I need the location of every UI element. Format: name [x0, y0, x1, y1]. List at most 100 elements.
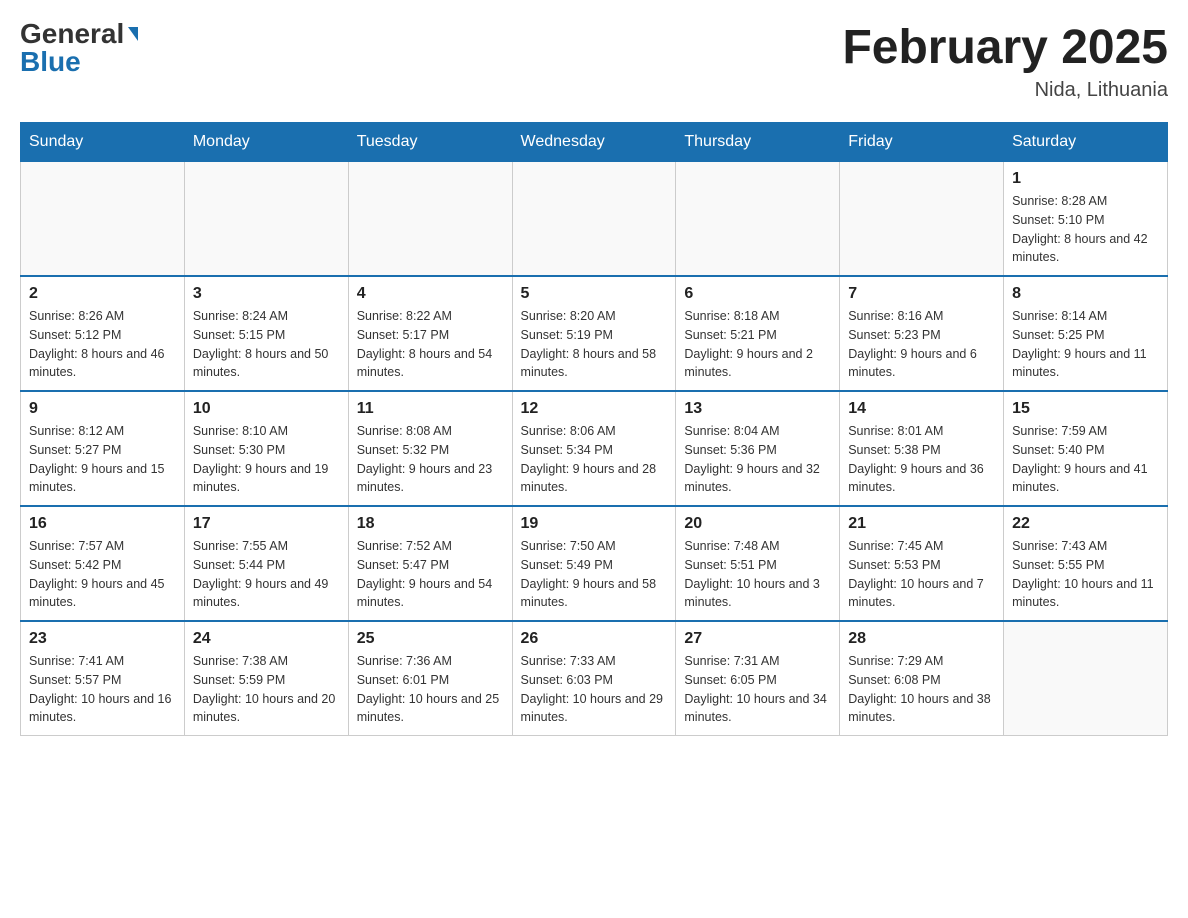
logo: General Blue [20, 20, 138, 76]
day-number: 23 [29, 630, 176, 648]
day-info: Sunrise: 8:22 AMSunset: 5:17 PMDaylight:… [357, 307, 504, 382]
empty-day-cell [1004, 621, 1168, 736]
day-of-week-header: Friday [840, 123, 1004, 162]
empty-day-cell [184, 162, 348, 277]
day-number: 3 [193, 285, 340, 303]
day-number: 11 [357, 400, 504, 418]
day-number: 16 [29, 515, 176, 533]
day-cell: 11 Sunrise: 8:08 AMSunset: 5:32 PMDayligh… [348, 391, 512, 506]
day-info: Sunrise: 7:36 AMSunset: 6:01 PMDaylight:… [357, 652, 504, 727]
day-info: Sunrise: 8:26 AMSunset: 5:12 PMDaylight:… [29, 307, 176, 382]
day-info: Sunrise: 7:29 AMSunset: 6:08 PMDaylight:… [848, 652, 995, 727]
calendar-header-row: SundayMondayTuesdayWednesdayThursdayFrid… [21, 123, 1168, 162]
day-cell: 1 Sunrise: 8:28 AMSunset: 5:10 PMDaylight… [1004, 162, 1168, 277]
day-number: 13 [684, 400, 831, 418]
day-cell: 19Sunrise: 7:50 AMSunset: 5:49 PMDayligh… [512, 506, 676, 621]
title-area: February 2025 Nida, Lithuania [842, 20, 1168, 102]
day-number: 20 [684, 515, 831, 533]
day-cell: 15Sunrise: 7:59 AMSunset: 5:40 PMDayligh… [1004, 391, 1168, 506]
day-of-week-header: Monday [184, 123, 348, 162]
day-cell: 7 Sunrise: 8:16 AMSunset: 5:23 PMDaylight… [840, 276, 1004, 391]
day-of-week-header: Wednesday [512, 123, 676, 162]
day-info: Sunrise: 7:43 AMSunset: 5:55 PMDaylight:… [1012, 537, 1159, 612]
empty-day-cell [512, 162, 676, 277]
day-info: Sunrise: 7:38 AMSunset: 5:59 PMDaylight:… [193, 652, 340, 727]
logo-triangle-icon [128, 27, 138, 41]
day-cell: 16 Sunrise: 7:57 AMSunset: 5:42 PMDayligh… [21, 506, 185, 621]
day-info: Sunrise: 8:12 AMSunset: 5:27 PMDaylight:… [29, 422, 176, 497]
calendar-week-row: 1 Sunrise: 8:28 AMSunset: 5:10 PMDaylight… [21, 162, 1168, 277]
day-cell: 3 Sunrise: 8:24 AMSunset: 5:15 PMDaylight… [184, 276, 348, 391]
day-number: 10 [193, 400, 340, 418]
day-info: Sunrise: 7:55 AMSunset: 5:44 PMDaylight:… [193, 537, 340, 612]
day-cell: 25 Sunrise: 7:36 AMSunset: 6:01 PMDayligh… [348, 621, 512, 736]
day-number: 14 [848, 400, 995, 418]
calendar-week-row: 2 Sunrise: 8:26 AMSunset: 5:12 PMDaylight… [21, 276, 1168, 391]
day-cell: 9 Sunrise: 8:12 AMSunset: 5:27 PMDaylight… [21, 391, 185, 506]
day-info: Sunrise: 8:20 AMSunset: 5:19 PMDaylight:… [521, 307, 668, 382]
day-of-week-header: Saturday [1004, 123, 1168, 162]
page-header: General Blue February 2025 Nida, Lithuan… [20, 20, 1168, 102]
day-cell: 21 Sunrise: 7:45 AMSunset: 5:53 PMDayligh… [840, 506, 1004, 621]
empty-day-cell [676, 162, 840, 277]
day-info: Sunrise: 8:16 AMSunset: 5:23 PMDaylight:… [848, 307, 995, 382]
day-number: 8 [1012, 285, 1159, 303]
day-number: 1 [1012, 170, 1159, 188]
day-info: Sunrise: 8:28 AMSunset: 5:10 PMDaylight:… [1012, 192, 1159, 267]
day-info: Sunrise: 7:52 AMSunset: 5:47 PMDaylight:… [357, 537, 504, 612]
day-cell: 26 Sunrise: 7:33 AMSunset: 6:03 PMDayligh… [512, 621, 676, 736]
day-number: 28 [848, 630, 995, 648]
day-number: 24 [193, 630, 340, 648]
day-info: Sunrise: 8:24 AMSunset: 5:15 PMDaylight:… [193, 307, 340, 382]
day-of-week-header: Sunday [21, 123, 185, 162]
day-info: Sunrise: 7:33 AMSunset: 6:03 PMDaylight:… [521, 652, 668, 727]
day-cell: 2 Sunrise: 8:26 AMSunset: 5:12 PMDaylight… [21, 276, 185, 391]
location: Nida, Lithuania [842, 79, 1168, 102]
day-number: 9 [29, 400, 176, 418]
day-info: Sunrise: 7:41 AMSunset: 5:57 PMDaylight:… [29, 652, 176, 727]
calendar-table: SundayMondayTuesdayWednesdayThursdayFrid… [20, 122, 1168, 736]
day-number: 4 [357, 285, 504, 303]
day-number: 7 [848, 285, 995, 303]
day-info: Sunrise: 8:08 AMSunset: 5:32 PMDaylight:… [357, 422, 504, 497]
day-number: 19 [521, 515, 668, 533]
calendar-week-row: 23 Sunrise: 7:41 AMSunset: 5:57 PMDayligh… [21, 621, 1168, 736]
day-of-week-header: Thursday [676, 123, 840, 162]
empty-day-cell [840, 162, 1004, 277]
day-cell: 8 Sunrise: 8:14 AMSunset: 5:25 PMDaylight… [1004, 276, 1168, 391]
day-number: 6 [684, 285, 831, 303]
day-cell: 10 Sunrise: 8:10 AMSunset: 5:30 PMDayligh… [184, 391, 348, 506]
day-number: 2 [29, 285, 176, 303]
day-cell: 28 Sunrise: 7:29 AMSunset: 6:08 PMDayligh… [840, 621, 1004, 736]
day-number: 21 [848, 515, 995, 533]
day-number: 27 [684, 630, 831, 648]
day-cell: 20 Sunrise: 7:48 AMSunset: 5:51 PMDayligh… [676, 506, 840, 621]
day-number: 18 [357, 515, 504, 533]
day-info: Sunrise: 8:04 AMSunset: 5:36 PMDaylight:… [684, 422, 831, 497]
day-info: Sunrise: 8:01 AMSunset: 5:38 PMDaylight:… [848, 422, 995, 497]
day-cell: 17Sunrise: 7:55 AMSunset: 5:44 PMDayligh… [184, 506, 348, 621]
day-number: 22 [1012, 515, 1159, 533]
day-number: 25 [357, 630, 504, 648]
day-info: Sunrise: 7:48 AMSunset: 5:51 PMDaylight:… [684, 537, 831, 612]
day-cell: 12Sunrise: 8:06 AMSunset: 5:34 PMDayligh… [512, 391, 676, 506]
day-cell: 23 Sunrise: 7:41 AMSunset: 5:57 PMDayligh… [21, 621, 185, 736]
day-of-week-header: Tuesday [348, 123, 512, 162]
day-info: Sunrise: 7:31 AMSunset: 6:05 PMDaylight:… [684, 652, 831, 727]
day-number: 5 [521, 285, 668, 303]
day-info: Sunrise: 8:18 AMSunset: 5:21 PMDaylight:… [684, 307, 831, 382]
logo-blue-text: Blue [20, 48, 81, 76]
day-cell: 18 Sunrise: 7:52 AMSunset: 5:47 PMDayligh… [348, 506, 512, 621]
day-cell: 22 Sunrise: 7:43 AMSunset: 5:55 PMDayligh… [1004, 506, 1168, 621]
day-info: Sunrise: 7:45 AMSunset: 5:53 PMDaylight:… [848, 537, 995, 612]
day-cell: 4 Sunrise: 8:22 AMSunset: 5:17 PMDaylight… [348, 276, 512, 391]
day-cell: 14 Sunrise: 8:01 AMSunset: 5:38 PMDayligh… [840, 391, 1004, 506]
day-cell: 13 Sunrise: 8:04 AMSunset: 5:36 PMDayligh… [676, 391, 840, 506]
day-number: 26 [521, 630, 668, 648]
day-cell: 6 Sunrise: 8:18 AMSunset: 5:21 PMDaylight… [676, 276, 840, 391]
day-info: Sunrise: 8:14 AMSunset: 5:25 PMDaylight:… [1012, 307, 1159, 382]
day-cell: 24 Sunrise: 7:38 AMSunset: 5:59 PMDayligh… [184, 621, 348, 736]
calendar-week-row: 9 Sunrise: 8:12 AMSunset: 5:27 PMDaylight… [21, 391, 1168, 506]
day-info: Sunrise: 7:57 AMSunset: 5:42 PMDaylight:… [29, 537, 176, 612]
day-info: Sunrise: 8:10 AMSunset: 5:30 PMDaylight:… [193, 422, 340, 497]
